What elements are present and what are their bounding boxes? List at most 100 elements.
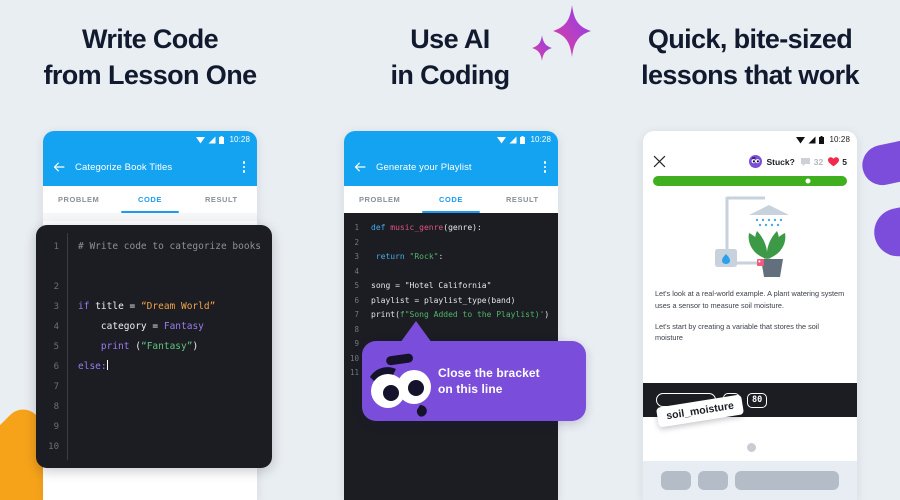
lesson-paragraph: Let's start by creating a variable that … [655,321,820,343]
heading-line-1: Quick, bite-sized [647,24,853,54]
code-line: 2 [344,236,558,251]
tab-result[interactable]: RESULT [487,186,558,213]
hint-text: Close the bracket on this line [438,365,540,397]
lesson-progress-bar [653,176,847,186]
code-text: category = Fantasy [100,321,204,332]
tab-code[interactable]: CODE [415,186,486,213]
signal-icon [509,136,517,143]
heading-quick-lessons: Quick, bite-sized lessons that work [600,22,900,93]
code-line: 7 print(f"Song Added to the Playlist)') [344,308,558,323]
line-number: 8 [53,402,59,412]
heading-line-1: Write Code [81,24,219,54]
code-line: 3 return "Rock": [344,250,558,265]
battery-icon [219,135,225,144]
code-text: print (“Fantasy”) [100,341,199,352]
line-number: 5 [53,342,59,352]
app-bar: Generate your Playlist [344,148,558,186]
back-arrow-icon[interactable] [353,160,367,174]
lesson-header: Stuck? 32 5 [643,148,857,171]
line-number: 6 [354,295,359,305]
code-line: 2 [36,277,272,297]
code-line: 4 category = Fantasy [36,317,272,337]
code-line: 5 print (“Fantasy”) [36,337,272,357]
heading-write-code: Write Code from Lesson One [0,22,300,93]
line-number: 7 [354,310,359,319]
code-rows: 1 # Write code to categorize books 2 3 i… [36,225,272,457]
progress-knob [805,178,811,184]
value-chip[interactable]: 80 [747,392,768,408]
heart-stat[interactable]: 5 [828,157,847,167]
sparkle-icon [527,3,593,65]
code-text: def music_genre(genre): [371,223,482,232]
code-line: 6 playlist = playlist_type(band) [344,294,558,309]
code-line: 8 [344,323,558,338]
mascot-face-icon [362,341,438,421]
line-number: 1 [53,242,59,252]
comment-count: 32 [813,156,824,167]
status-bar: 10:28 [43,131,257,148]
app-bar: Categorize Book Titles [43,148,257,186]
lesson-paragraph: Let's look at a real-world example. A pl… [655,289,845,310]
back-arrow-icon[interactable] [52,160,66,174]
line-number: 3 [354,252,359,261]
status-time: 10:28 [530,135,551,144]
lesson-body: Let's look at a real-world example. A pl… [643,282,857,344]
close-icon[interactable] [653,155,666,168]
overflow-menu-icon[interactable] [240,159,249,175]
signal-icon [808,136,816,143]
line-number: 2 [354,237,359,247]
code-editor-card[interactable]: 1 # Write code to categorize books 2 3 i… [36,225,272,468]
gutter-divider [67,233,68,460]
code-text: print(f"Song Added to the Playlist)') [371,310,550,319]
line-number: 5 [354,281,359,290]
toolbar-wide-button[interactable] [735,471,839,490]
tab-result[interactable]: RESULT [186,186,257,213]
line-number: 7 [53,382,59,392]
stuck-button[interactable]: Stuck? [749,155,795,168]
toolbar-button[interactable] [698,471,728,490]
comment-stat[interactable]: 32 [800,157,823,167]
toolbar-button[interactable] [661,471,691,490]
tab-problem[interactable]: PROBLEM [344,186,415,213]
status-bar: 10:28 [344,131,558,148]
line-number: 9 [53,422,59,432]
code-line: 1 def music_genre(genre): [344,221,558,236]
code-line: 5 song = "Hotel California" [344,279,558,294]
code-line: 3 if title = “Dream World” [36,297,272,317]
hint-line-2: on this line [438,382,503,396]
line-number: 3 [53,302,59,312]
wifi-icon [796,136,806,143]
status-time: 10:28 [829,135,850,144]
hint-bubble[interactable]: Close the bracket on this line [362,321,586,421]
tab-code[interactable]: CODE [114,186,185,213]
line-number: 4 [53,322,59,332]
text-cursor [106,360,108,370]
code-text: return "Rock": [375,252,444,261]
phone1-chrome: 10:28 Categorize Book Titles [43,131,257,186]
plant-watering-illustration [643,190,857,282]
code-line: 9 [36,417,272,437]
line-number: 2 [53,282,59,292]
heart-icon [828,156,840,166]
code-line: 7 [36,377,272,397]
code-text: song = "Hotel California" [371,281,492,290]
keyboard-toolbar [643,461,857,500]
code-line: 8 [36,397,272,417]
code-text: if title = “Dream World” [78,301,216,312]
mascot-avatar-icon [749,155,763,168]
phone-mockup-use-ai: 10:28 Generate your Playlist PROBLEM COD… [344,131,558,500]
status-bar: 10:28 [643,131,857,148]
trail-dot [747,443,756,452]
line-number: 10 [48,442,59,452]
heart-count: 5 [842,156,847,167]
heading-line-2: from Lesson One [43,59,257,90]
tab-problem[interactable]: PROBLEM [43,186,114,213]
app-bar-title: Categorize Book Titles [75,161,173,173]
code-line: 6 else: [36,357,272,377]
phone-mockup-lessons: 10:28 Stuck? 32 5 Let's look at a real-w… [643,131,857,500]
overflow-menu-icon[interactable] [541,159,550,175]
status-time: 10:28 [229,135,250,144]
line-number: 6 [53,362,59,372]
phone2-chrome: 10:28 Generate your Playlist [344,131,558,186]
line-number: 4 [354,266,359,276]
